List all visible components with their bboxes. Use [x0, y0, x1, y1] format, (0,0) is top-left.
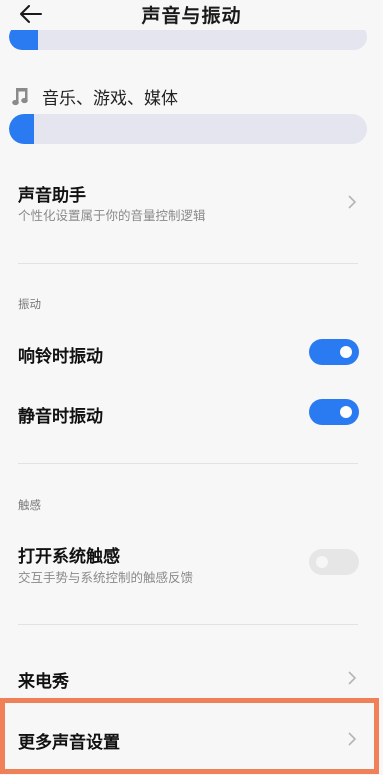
sound-assistant-subtitle: 个性化设置属于你的音量控制逻辑 — [18, 208, 206, 223]
ring-vibrate-label: 响铃时振动 — [18, 347, 103, 367]
silent-vibrate-label: 静音时振动 — [18, 407, 103, 427]
media-volume-label: 音乐、游戏、媒体 — [42, 88, 178, 109]
caller-show-title: 来电秀 — [18, 672, 69, 692]
page-title: 声音与振动 — [141, 5, 242, 27]
system-haptics-subtitle: 交互手势与系统控制的触感反馈 — [18, 570, 194, 585]
header: 声音与振动 — [0, 0, 383, 30]
media-volume-slider-fill — [9, 114, 35, 144]
highlight-box — [0, 698, 379, 774]
music-note-icon — [12, 88, 28, 106]
section-label-vibration: 振动 — [18, 297, 41, 311]
system-haptics-title: 打开系统触感 — [18, 547, 120, 567]
chevron-right-icon — [348, 195, 357, 209]
toggle-knob — [340, 346, 352, 358]
sound-assistant-title: 声音助手 — [18, 186, 86, 206]
divider — [18, 263, 358, 264]
section-label-haptics: 触感 — [18, 498, 41, 512]
chevron-right-icon — [348, 671, 357, 685]
divider — [18, 624, 358, 625]
divider — [18, 463, 358, 464]
ring-vibrate-toggle[interactable] — [309, 339, 359, 365]
system-haptics-toggle[interactable] — [309, 549, 359, 575]
toggle-knob — [316, 556, 328, 568]
toggle-knob — [340, 406, 352, 418]
silent-vibrate-toggle[interactable] — [309, 399, 359, 425]
media-volume-slider[interactable] — [9, 114, 367, 144]
media-volume-row: 音乐、游戏、媒体 — [12, 84, 178, 109]
